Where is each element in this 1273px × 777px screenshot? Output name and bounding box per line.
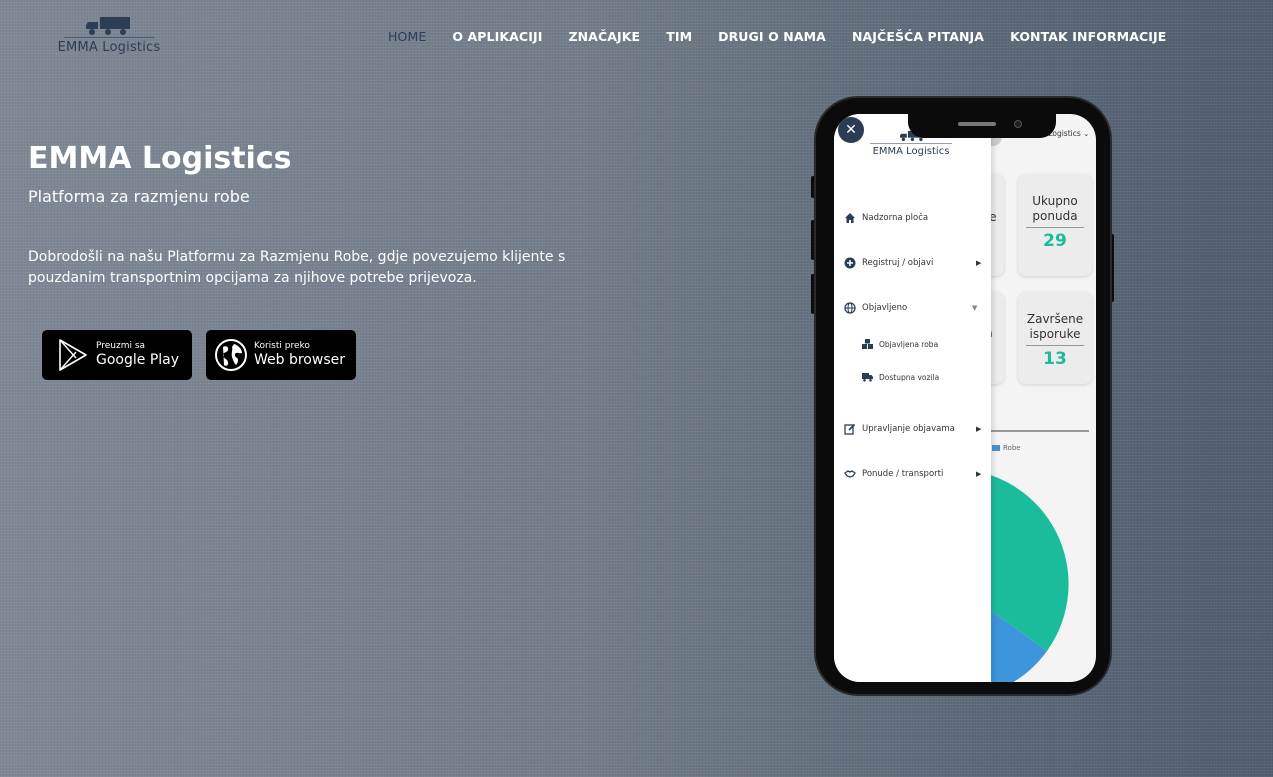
caret-down-icon: ▼ [972,304,978,312]
boxes-icon [862,339,873,349]
nav-home[interactable]: HOME [388,29,426,44]
logo-text: EMMA Logistics [57,40,161,55]
menu-dashboard-label: Nadzorna ploča [862,213,929,223]
chart-divider [989,430,1089,432]
menu-offers-transports[interactable]: Ponude / transporti ▶ [844,468,984,480]
brand-logo[interactable]: EMMA Logistics [56,16,162,58]
menu-dashboard[interactable]: Nadzorna ploča [844,212,928,224]
google-play-icon [59,339,87,371]
caret-right-icon: ▶ [976,470,982,478]
menu-manage-posts-label: Upravljanje objavama [862,424,955,434]
menu-published-goods-label: Objavljena roba [879,339,939,349]
menu-published-goods[interactable]: Objavljena roba [862,339,938,349]
hero-subtitle: Platforma za razmjenu robe [28,187,250,206]
home-icon [845,213,855,223]
globe-icon [215,339,247,371]
nav-najcesca-pitanja[interactable]: NAJČEŠĆA PITANJA [852,29,984,44]
stat-card-completed-deliveries: Završene isporuke 13 [1018,292,1092,384]
play-small-label: Preuzmi sa [96,341,146,351]
plus-circle-icon [844,257,856,269]
legend-label: Robe [1003,444,1021,452]
completed-rule [1026,345,1084,346]
nav-o-aplikaciji[interactable]: O APLIKACIJI [452,29,542,44]
menu-available-vehicles-label: Dostupna vozila [879,372,940,382]
menu-manage-posts[interactable]: Upravljanje objavama ▶ [844,423,984,435]
completed-label-1: Završene [1026,312,1084,326]
side-drawer: ✕ EMMA Logistics Nadzorna ploča Registru [834,114,991,682]
menu-published-label: Objavljeno [862,303,908,313]
total-offers-value: 29 [1043,231,1067,251]
truck-icon [86,17,130,35]
edit-icon [844,423,856,435]
nav-znacajke[interactable]: ZNAČAJKE [568,29,640,44]
total-offers-label-2: ponuda [1032,209,1078,223]
play-big-label: Google Play [96,352,180,368]
menu-register[interactable]: Registruj / objavi ▶ [844,257,984,269]
menu-register-label: Registruj / objavi [862,258,934,268]
caret-right-icon: ▶ [976,259,982,267]
hero-description: Dobrodošli na našu Platformu za Razmjenu… [28,249,566,286]
chevron-down-icon: ⌄ [1083,129,1090,138]
phone-screen: Emma Logistics ⌄ ne - Ukupno ponuda 29 a… [834,114,1096,682]
truck-icon [862,373,873,382]
web-browser-button[interactable]: Koristi preko Web browser [206,330,356,380]
legend-swatch [992,445,1000,451]
google-play-button[interactable]: Preuzmi sa Google Play [42,330,192,380]
web-big-label: Web browser [254,352,345,368]
chart-legend-robe: Robe [992,444,1021,452]
caret-right-icon: ▶ [976,425,982,433]
nav-drugi-o-nama[interactable]: DRUGI O NAMA [718,29,826,44]
nav-tim[interactable]: TIM [666,29,692,44]
main-nav: HOME O APLIKACIJI ZNAČAJKE TIM DRUGI O N… [388,29,1192,44]
total-offers-rule [1026,227,1084,228]
completed-label-2: isporuke [1029,327,1081,341]
phone-mockup: Emma Logistics ⌄ ne - Ukupno ponuda 29 a… [814,96,1112,696]
logo-divider [64,37,154,38]
menu-offers-transports-label: Ponude / transporti [862,469,944,479]
globe-icon [844,302,856,314]
stat-card-total-offers: Ukupno ponuda 29 [1018,174,1092,276]
phone-notch [908,114,1056,138]
hero-title: EMMA Logistics [28,141,292,176]
menu-available-vehicles[interactable]: Dostupna vozila [862,372,939,382]
completed-value: 13 [1043,349,1067,369]
close-drawer-button[interactable]: ✕ [838,117,864,143]
drawer-logo-text: EMMA Logistics [872,146,950,157]
menu-published[interactable]: Objavljeno ▼ [844,302,984,314]
total-offers-label-1: Ukupno [1032,194,1078,208]
web-small-label: Koristi preko [254,341,310,351]
nav-kontakt[interactable]: KONTAK INFORMACIJE [1010,29,1166,44]
handshake-icon [844,470,856,478]
